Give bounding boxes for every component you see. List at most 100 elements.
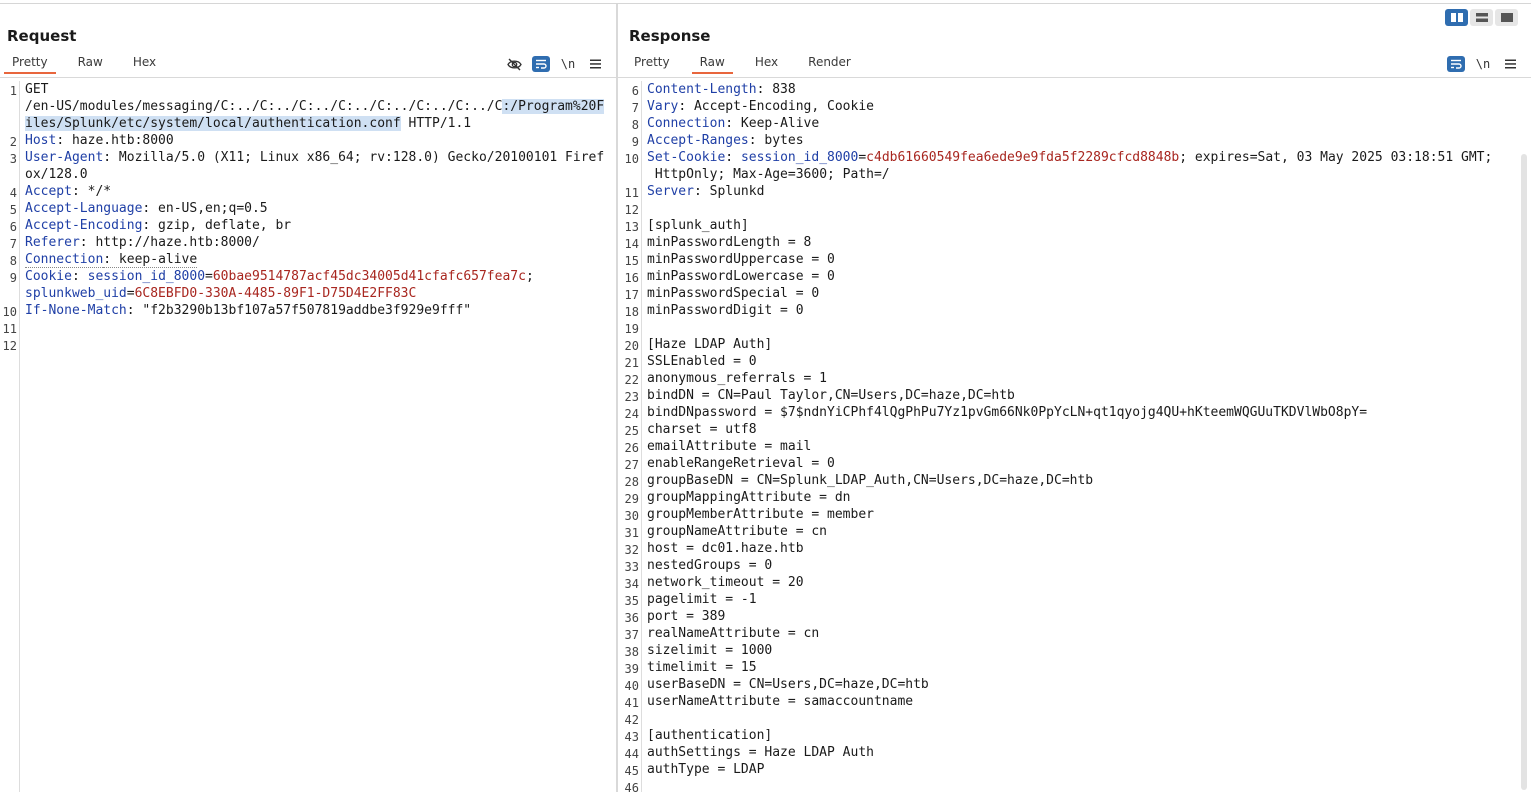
- line-number: 43: [624, 730, 639, 744]
- word-wrap-icon[interactable]: [1447, 56, 1465, 72]
- code-line[interactable]: 13 [splunk_auth]: [625, 217, 1517, 234]
- code-line[interactable]: 9 Accept-Ranges: bytes: [632, 132, 1517, 149]
- code-line[interactable]: 11: [3, 319, 610, 336]
- response-tab-render[interactable]: Render: [800, 54, 859, 74]
- code-line[interactable]: 37 realNameAttribute = cn: [625, 625, 1517, 642]
- response-tab-pretty[interactable]: Pretty: [626, 54, 678, 74]
- code-token: ;: [525, 269, 534, 284]
- request-tabbar-border: [0, 77, 616, 78]
- code-line[interactable]: 43 [authentication]: [625, 727, 1517, 744]
- line-number: 10: [2, 305, 17, 319]
- line-number: 44: [624, 747, 639, 761]
- code-line[interactable]: 25 charset = utf8: [625, 421, 1517, 438]
- response-scrollbar[interactable]: [1521, 154, 1527, 790]
- code-token: Accept-Encoding: [25, 218, 143, 233]
- code-token: port = 389: [647, 609, 726, 624]
- code-line[interactable]: 12: [625, 200, 1517, 217]
- code-line[interactable]: 44 authSettings = Haze LDAP Auth: [625, 744, 1517, 761]
- code-line[interactable]: 21 SSLEnabled = 0: [625, 353, 1517, 370]
- response-code[interactable]: 6 Content-Length: 838 7 Vary: Accept-Encodi…: [625, 81, 1517, 792]
- newline-toggle[interactable]: \n: [559, 56, 577, 72]
- code-line[interactable]: 16 minPasswordLowercase = 0: [625, 268, 1517, 285]
- code-token: Accept-Ranges: [647, 133, 749, 148]
- code-line[interactable]: 31 groupNameAttribute = cn: [625, 523, 1517, 540]
- code-line[interactable]: 32 host = dc01.haze.htb: [625, 540, 1517, 557]
- code-line[interactable]: 19: [625, 319, 1517, 336]
- request-tab-raw[interactable]: Raw: [70, 54, 111, 74]
- code-line[interactable]: 39 timelimit = 15: [625, 659, 1517, 676]
- code-line[interactable]: 6 Accept-Encoding: gzip, deflate, br: [10, 217, 610, 234]
- code-line[interactable]: 15 minPasswordUppercase = 0: [625, 251, 1517, 268]
- code-token: emailAttribute = mail: [647, 439, 812, 454]
- code-line[interactable]: 42: [625, 710, 1517, 727]
- code-token: Connection: [647, 116, 726, 131]
- response-editor[interactable]: 6 Content-Length: 838 7 Vary: Accept-Encodi…: [618, 81, 1531, 792]
- code-line[interactable]: 40 userBaseDN = CN=Users,DC=haze,DC=htb: [625, 676, 1517, 693]
- code-line[interactable]: 36 port = 389: [625, 608, 1517, 625]
- code-token: GET: [25, 82, 49, 97]
- code-line[interactable]: 9 Cookie: session_id_8000=60bae9514787acf…: [10, 268, 610, 302]
- request-tab-pretty[interactable]: Pretty: [4, 54, 56, 74]
- line-number: 4: [9, 186, 17, 200]
- menu-icon[interactable]: [586, 56, 604, 72]
- code-line[interactable]: 1 GET /en-US/modules/messaging/C:../C:../…: [10, 81, 610, 132]
- response-tab-hex[interactable]: Hex: [747, 54, 786, 74]
- code-line[interactable]: 33 nestedGroups = 0: [625, 557, 1517, 574]
- newline-toggle[interactable]: \n: [1474, 56, 1492, 72]
- code-line[interactable]: 34 network_timeout = 20: [625, 574, 1517, 591]
- code-line[interactable]: 8 Connection: Keep-Alive: [632, 115, 1517, 132]
- code-token: groupMemberAttribute = member: [647, 507, 874, 522]
- code-line[interactable]: 7 Referer: http://haze.htb:8000/: [10, 234, 610, 251]
- code-line[interactable]: 7 Vary: Accept-Encoding, Cookie: [632, 98, 1517, 115]
- code-line[interactable]: 2 Host: haze.htb:8000: [10, 132, 610, 149]
- line-number: 30: [624, 509, 639, 523]
- code-line[interactable]: 23 bindDN = CN=Paul Taylor,CN=Users,DC=ha…: [625, 387, 1517, 404]
- response-tab-raw[interactable]: Raw: [691, 54, 734, 74]
- code-line[interactable]: 35 pagelimit = -1: [625, 591, 1517, 608]
- code-line[interactable]: 22 anonymous_referrals = 1: [625, 370, 1517, 387]
- code-line[interactable]: 3 User-Agent: Mozilla/5.0 (X11; Linux x86…: [10, 149, 610, 183]
- word-wrap-icon[interactable]: [532, 56, 550, 72]
- code-line[interactable]: 5 Accept-Language: en-US,en;q=0.5: [10, 200, 610, 217]
- code-token: HTTP/1.1: [400, 116, 472, 131]
- code-line[interactable]: 24 bindDNpassword = $7$ndnYiCPhf4lQgPhPu7…: [625, 404, 1517, 421]
- code-line[interactable]: 14 minPasswordLength = 8: [625, 234, 1517, 251]
- code-line[interactable]: 26 emailAttribute = mail: [625, 438, 1517, 455]
- code-line[interactable]: 27 enableRangeRetrieval = 0: [625, 455, 1517, 472]
- line-number: 1: [9, 84, 17, 98]
- line-number: 33: [624, 560, 639, 574]
- code-line[interactable]: 46: [625, 778, 1517, 792]
- code-line[interactable]: 12: [3, 336, 610, 353]
- code-line[interactable]: 11 Server: Splunkd: [625, 183, 1517, 200]
- line-number: 7: [9, 237, 17, 251]
- line-number: 26: [624, 441, 639, 455]
- code-token: : gzip, deflate, br: [142, 218, 292, 233]
- line-number: 37: [624, 628, 639, 642]
- code-line[interactable]: 10 If-None-Match: "f2b3290b13bf107a57f507…: [3, 302, 610, 319]
- code-token: pagelimit = -1: [647, 592, 757, 607]
- code-token: :: [71, 269, 88, 284]
- code-line[interactable]: 4 Accept: */*: [10, 183, 610, 200]
- eye-off-icon[interactable]: [505, 56, 523, 72]
- code-line[interactable]: 41 userNameAttribute = samaccountname: [625, 693, 1517, 710]
- code-line[interactable]: 28 groupBaseDN = CN=Splunk_LDAP_Auth,CN=U…: [625, 472, 1517, 489]
- response-tabbar-border: [618, 77, 1531, 78]
- code-line[interactable]: 29 groupMappingAttribute = dn: [625, 489, 1517, 506]
- code-line[interactable]: 10 Set-Cookie: session_id_8000=c4db616605…: [625, 149, 1517, 183]
- menu-icon[interactable]: [1501, 56, 1519, 72]
- request-tab-hex[interactable]: Hex: [125, 54, 164, 74]
- code-line[interactable]: 8 Connection: keep-alive: [10, 251, 610, 268]
- request-editor[interactable]: 1 GET /en-US/modules/messaging/C:../C:../…: [0, 81, 616, 792]
- code-token: =: [205, 269, 213, 284]
- code-line[interactable]: 30 groupMemberAttribute = member: [625, 506, 1517, 523]
- code-token: Connection: [25, 252, 104, 268]
- code-line[interactable]: 38 sizelimit = 1000: [625, 642, 1517, 659]
- code-token: : keep-alive: [103, 252, 198, 268]
- code-line[interactable]: 20 [Haze LDAP Auth]: [625, 336, 1517, 353]
- request-code[interactable]: 1 GET /en-US/modules/messaging/C:../C:../…: [3, 81, 610, 353]
- code-line[interactable]: 18 minPasswordDigit = 0: [625, 302, 1517, 319]
- code-line[interactable]: 45 authType = LDAP: [625, 761, 1517, 778]
- code-line[interactable]: 17 minPasswordSpecial = 0: [625, 285, 1517, 302]
- code-line[interactable]: 6 Content-Length: 838: [632, 81, 1517, 98]
- line-number: 9: [9, 271, 17, 285]
